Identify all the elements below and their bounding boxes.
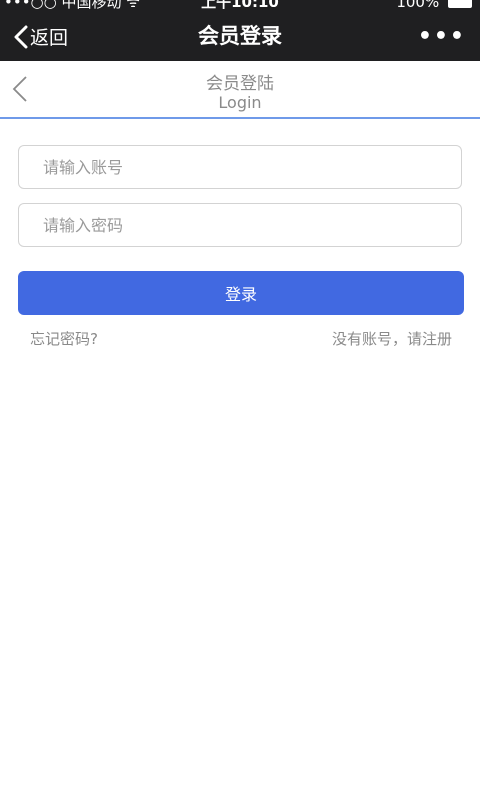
password-input[interactable] (18, 203, 462, 247)
battery-icon (448, 0, 472, 8)
forgot-password-link[interactable]: 忘记密码? (30, 328, 98, 349)
page-subtitle: Login (218, 93, 262, 112)
page-header: 会员登陆 Login (0, 61, 480, 119)
battery-status: 100% (396, 0, 472, 12)
more-icon: ••• (417, 24, 466, 49)
nav-bar: 返回 会员登录 ••• (0, 12, 480, 61)
login-button[interactable]: 登录 (18, 271, 464, 315)
status-bar: •••○○ 中国移动 ᯤ 上午10:10 100% (0, 0, 480, 12)
register-link[interactable]: 没有账号，请注册 (332, 328, 452, 349)
battery-percent: 100% (396, 0, 440, 11)
page-title: 会员登陆 (206, 74, 274, 94)
more-options-button[interactable]: ••• (418, 12, 466, 61)
nav-title: 会员登录 (198, 24, 282, 48)
account-input[interactable] (18, 145, 462, 189)
